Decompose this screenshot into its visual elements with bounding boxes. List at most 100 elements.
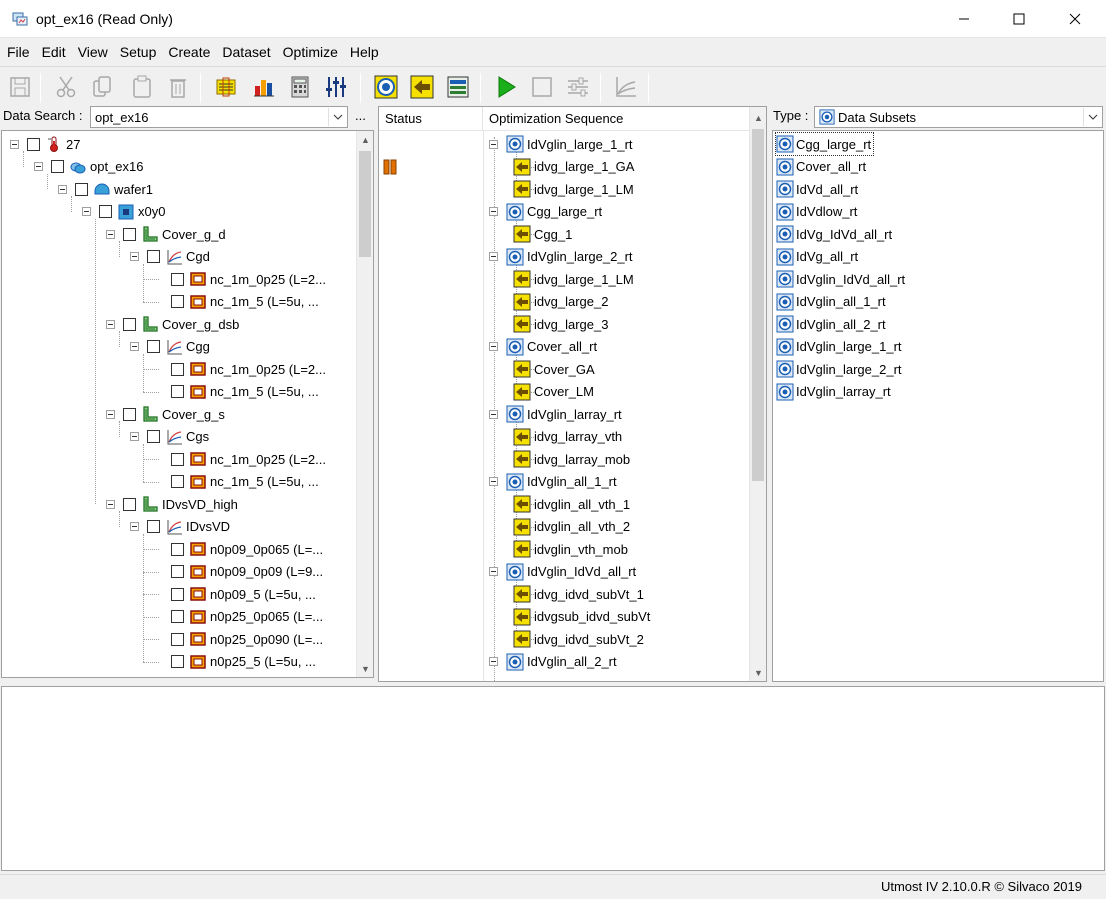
collapse-icon[interactable]	[106, 409, 115, 419]
collapse-icon[interactable]	[489, 207, 498, 216]
collapse-icon[interactable]	[58, 184, 67, 194]
scroll-down-icon[interactable]: ▼	[750, 664, 766, 681]
tree-item[interactable]: Cgd	[130, 246, 210, 268]
data-tree-scrollbar[interactable]: ▲ ▼	[356, 131, 373, 677]
cut-button[interactable]	[52, 73, 80, 101]
collapse-icon[interactable]	[106, 229, 115, 239]
sequence-target[interactable]: IdVglin_all_2_rt	[489, 651, 617, 673]
sequence-target[interactable]: IdVglin_large_1_rt	[489, 133, 633, 155]
subset-item[interactable]: IdVglin_large_1_rt	[776, 336, 902, 358]
sequence-step[interactable]: idvg_large_3	[513, 313, 608, 335]
tree-item[interactable]: IDvsVD_high	[106, 493, 238, 515]
run-button[interactable]	[492, 73, 520, 101]
collapse-icon[interactable]	[489, 409, 498, 419]
subset-item[interactable]: IdVglin_IdVd_all_rt	[776, 268, 905, 290]
collapse-icon[interactable]	[489, 567, 498, 576]
subset-item[interactable]: IdVglin_all_1_rt	[776, 291, 886, 313]
collapse-icon[interactable]	[106, 499, 115, 509]
tree-item[interactable]: nc_1m_0p25 (L=2...	[154, 358, 326, 380]
sequence-target[interactable]: IdVglin_all_1_rt	[489, 471, 617, 493]
scroll-up-icon[interactable]: ▲	[357, 131, 373, 148]
tree-item[interactable]: nc_1m_0p25 (L=2...	[154, 268, 326, 290]
close-button[interactable]	[1052, 0, 1098, 38]
subset-item[interactable]: IdVglin_larray_rt	[776, 381, 891, 403]
menu-view[interactable]: View	[72, 41, 114, 63]
sequence-step[interactable]: idvg_large_1_GA	[513, 156, 634, 178]
tree-checkbox[interactable]	[51, 160, 64, 173]
sequence-step[interactable]: idvg_larray_vth	[513, 426, 622, 448]
tree-item[interactable]: Cgs	[130, 426, 209, 448]
tree-checkbox[interactable]	[171, 475, 184, 488]
tree-item[interactable]: nc_1m_0p25 (L=2...	[154, 448, 326, 470]
data-search-more-button[interactable]: ...	[355, 108, 366, 123]
data-sort-button[interactable]	[212, 73, 240, 101]
tree-checkbox[interactable]	[171, 565, 184, 578]
collapse-icon[interactable]	[489, 139, 498, 149]
subset-item[interactable]: IdVglin_large_2_rt	[776, 358, 902, 380]
tree-item[interactable]: 27	[10, 133, 80, 155]
sequence-step[interactable]: idvglin_all_vth_1	[513, 493, 630, 515]
tree-item[interactable]: Cover_g_d	[106, 223, 226, 245]
collapse-icon[interactable]	[130, 252, 139, 261]
subset-item[interactable]: IdVg_all_rt	[776, 246, 858, 268]
menu-edit[interactable]: Edit	[36, 41, 72, 63]
sequence-step[interactable]: idvg_idvd_subVt_1	[513, 583, 644, 605]
sequence-column-header[interactable]: Optimization Sequence	[483, 107, 750, 131]
bar-chart-button[interactable]	[250, 73, 278, 101]
sequence-target[interactable]: IdVglin_large_2_rt	[489, 246, 633, 268]
sliders-button[interactable]	[322, 73, 350, 101]
menu-optimize[interactable]: Optimize	[277, 41, 344, 63]
export-button[interactable]	[444, 73, 472, 101]
stop-button[interactable]	[528, 73, 556, 101]
collapse-icon[interactable]	[489, 657, 498, 666]
collapse-icon[interactable]	[106, 319, 115, 329]
settings-button[interactable]	[564, 73, 592, 101]
tree-checkbox[interactable]	[27, 137, 40, 151]
tree-checkbox[interactable]	[147, 250, 160, 263]
tree-item[interactable]: nc_1m_5 (L=5u, ...	[154, 471, 319, 493]
plot-button[interactable]	[612, 73, 640, 101]
copy-button[interactable]	[88, 73, 116, 101]
chevron-down-icon[interactable]	[1083, 108, 1101, 126]
tree-item[interactable]: IDvsVD	[130, 516, 230, 538]
tree-checkbox[interactable]	[171, 587, 184, 601]
collapse-icon[interactable]	[130, 522, 139, 531]
subset-item[interactable]: IdVd_all_rt	[776, 178, 858, 200]
chevron-down-icon[interactable]	[328, 108, 346, 126]
tree-checkbox[interactable]	[123, 497, 136, 511]
tree-checkbox[interactable]	[171, 542, 184, 556]
sequence-step[interactable]: idvg_large_2	[513, 291, 608, 313]
sequence-step[interactable]: idvg_idvd_subVt_2	[513, 628, 644, 650]
subset-item[interactable]: Cgg_large_rt	[774, 132, 875, 156]
sequence-step[interactable]: idvgsub_idvd_subVt	[513, 606, 650, 628]
subset-item[interactable]: IdVglin_all_2_rt	[776, 313, 886, 335]
tree-checkbox[interactable]	[171, 452, 184, 466]
sequence-target[interactable]: Cgg_large_rt	[489, 201, 602, 223]
sequence-step[interactable]: Cover_LM	[513, 381, 594, 403]
tree-checkbox[interactable]	[75, 182, 88, 196]
sequence-target[interactable]: Cover_all_rt	[489, 336, 597, 358]
menu-file[interactable]: File	[1, 41, 36, 63]
tree-checkbox[interactable]	[123, 407, 136, 421]
sequence-target[interactable]: IdVglin_IdVd_all_rt	[489, 561, 636, 583]
tree-item[interactable]: n0p25_0p090 (L=...	[154, 628, 323, 650]
scroll-up-icon[interactable]: ▲	[750, 109, 766, 126]
scroll-thumb[interactable]	[359, 151, 371, 257]
collapse-icon[interactable]	[489, 477, 498, 486]
delete-button[interactable]	[164, 73, 192, 101]
paste-button[interactable]	[128, 73, 156, 101]
collapse-icon[interactable]	[10, 139, 19, 149]
collapse-icon[interactable]	[82, 207, 91, 216]
save-button[interactable]	[6, 73, 34, 101]
scroll-down-icon[interactable]: ▼	[357, 660, 373, 677]
tree-item[interactable]: nc_1m_5 (L=5u, ...	[154, 291, 319, 313]
data-search-combo[interactable]: opt_ex16	[90, 106, 348, 128]
menu-dataset[interactable]: Dataset	[216, 41, 276, 63]
tree-item[interactable]: x0y0	[82, 201, 165, 223]
tree-checkbox[interactable]	[123, 317, 136, 331]
tree-checkbox[interactable]	[171, 295, 184, 308]
collapse-icon[interactable]	[130, 342, 139, 351]
collapse-icon[interactable]	[489, 342, 498, 351]
sequence-step[interactable]: idvg_large_1_LM	[513, 178, 634, 200]
sequence-step[interactable]: idvg_larray_mob	[513, 448, 630, 470]
